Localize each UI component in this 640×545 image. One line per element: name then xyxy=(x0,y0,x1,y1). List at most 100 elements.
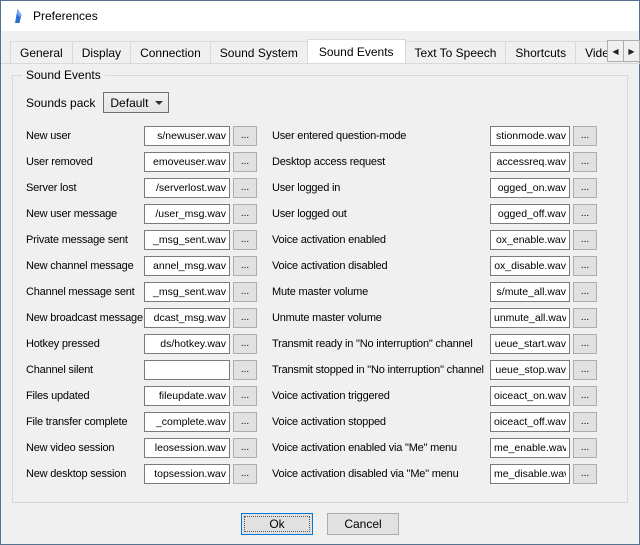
sound-event-row: New user ... xyxy=(26,126,272,146)
sound-file-input[interactable] xyxy=(144,334,230,354)
sound-event-label: Files updated xyxy=(26,390,144,402)
app-icon xyxy=(10,8,26,24)
sound-file-input[interactable] xyxy=(144,386,230,406)
sound-event-row: Mute master volume ... xyxy=(272,282,614,302)
browse-button[interactable]: ... xyxy=(233,256,257,276)
sound-file-input[interactable] xyxy=(144,256,230,276)
browse-button[interactable]: ... xyxy=(573,360,597,380)
tab-display[interactable]: Display xyxy=(72,41,131,63)
browse-button[interactable]: ... xyxy=(573,126,597,146)
browse-button[interactable]: ... xyxy=(233,178,257,198)
sound-file-input[interactable] xyxy=(144,412,230,432)
sound-file-input[interactable] xyxy=(144,178,230,198)
tab-scroll-left-icon[interactable]: ◀ xyxy=(607,40,624,62)
browse-button[interactable]: ... xyxy=(573,438,597,458)
browse-button[interactable]: ... xyxy=(573,464,597,484)
sound-file-input[interactable] xyxy=(144,282,230,302)
browse-button[interactable]: ... xyxy=(573,204,597,224)
tab-general[interactable]: General xyxy=(10,41,73,63)
browse-button[interactable]: ... xyxy=(233,334,257,354)
browse-button[interactable]: ... xyxy=(233,230,257,250)
sound-file-input[interactable] xyxy=(490,438,570,458)
sound-file-input[interactable] xyxy=(144,308,230,328)
cancel-button[interactable]: Cancel xyxy=(327,513,399,535)
sound-event-label: New desktop session xyxy=(26,468,144,480)
sound-file-input[interactable] xyxy=(490,256,570,276)
sounds-pack-dropdown[interactable]: Default xyxy=(103,92,169,113)
sound-event-row: User logged in ... xyxy=(272,178,614,198)
browse-button[interactable]: ... xyxy=(233,412,257,432)
preferences-dialog: { "window": { "title": "Preferences" }, … xyxy=(0,0,640,545)
sound-event-label: Voice activation disabled xyxy=(272,260,490,272)
sound-file-input[interactable] xyxy=(490,230,570,250)
events-column-left: New user ... User removed ... Server los… xyxy=(26,126,272,490)
sound-event-label: User removed xyxy=(26,156,144,168)
window-title: Preferences xyxy=(33,9,98,23)
sound-event-row: Voice activation disabled ... xyxy=(272,256,614,276)
sound-file-input[interactable] xyxy=(144,464,230,484)
browse-button[interactable]: ... xyxy=(233,386,257,406)
browse-button[interactable]: ... xyxy=(573,152,597,172)
browse-button[interactable]: ... xyxy=(573,230,597,250)
tab-label: Connection xyxy=(140,46,201,60)
sound-file-input[interactable] xyxy=(144,152,230,172)
sound-event-label: User logged in xyxy=(272,182,490,194)
browse-button[interactable]: ... xyxy=(233,464,257,484)
browse-button[interactable]: ... xyxy=(233,126,257,146)
sound-file-input[interactable] xyxy=(144,204,230,224)
sound-event-row: File transfer complete ... xyxy=(26,412,272,432)
sound-event-label: Voice activation disabled via "Me" menu xyxy=(272,468,490,480)
ok-button[interactable]: Ok xyxy=(241,513,313,535)
tab-scroll-right-icon[interactable]: ▶ xyxy=(623,40,640,62)
sound-file-input[interactable] xyxy=(490,464,570,484)
sound-event-label: User entered question-mode xyxy=(272,130,490,142)
browse-button[interactable]: ... xyxy=(573,178,597,198)
sound-file-input[interactable] xyxy=(490,412,570,432)
browse-button[interactable]: ... xyxy=(573,412,597,432)
sound-event-label: Voice activation enabled via "Me" menu xyxy=(272,442,490,454)
browse-button[interactable]: ... xyxy=(573,334,597,354)
sound-file-input[interactable] xyxy=(490,152,570,172)
sound-event-label: Mute master volume xyxy=(272,286,490,298)
sound-file-input[interactable] xyxy=(490,360,570,380)
sound-file-input[interactable] xyxy=(490,204,570,224)
sound-event-row: User entered question-mode ... xyxy=(272,126,614,146)
title-bar: Preferences xyxy=(1,1,639,31)
tab-connection[interactable]: Connection xyxy=(130,41,211,63)
sound-file-input[interactable] xyxy=(490,282,570,302)
sound-event-row: Channel silent ... xyxy=(26,360,272,380)
sound-file-input[interactable] xyxy=(144,126,230,146)
sound-event-row: Channel message sent ... xyxy=(26,282,272,302)
sound-file-input[interactable] xyxy=(490,308,570,328)
browse-button[interactable]: ... xyxy=(233,152,257,172)
sound-file-input[interactable] xyxy=(490,178,570,198)
sound-event-label: Desktop access request xyxy=(272,156,490,168)
browse-button[interactable]: ... xyxy=(233,282,257,302)
browse-button[interactable]: ... xyxy=(233,308,257,328)
browse-button[interactable]: ... xyxy=(233,204,257,224)
tab-text-to-speech[interactable]: Text To Speech xyxy=(405,41,507,63)
sound-file-input[interactable] xyxy=(490,126,570,146)
tab-shortcuts[interactable]: Shortcuts xyxy=(505,41,576,63)
browse-button[interactable]: ... xyxy=(573,282,597,302)
sound-event-row: Transmit stopped in "No interruption" ch… xyxy=(272,360,614,380)
tab-scroll-buttons: ◀ ▶ xyxy=(607,40,640,62)
sound-file-input[interactable] xyxy=(490,386,570,406)
sound-event-row: Voice activation disabled via "Me" menu … xyxy=(272,464,614,484)
sound-file-input[interactable] xyxy=(144,360,230,380)
browse-button[interactable]: ... xyxy=(573,256,597,276)
browse-button[interactable]: ... xyxy=(573,386,597,406)
browse-button[interactable]: ... xyxy=(233,360,257,380)
sound-event-label: Transmit stopped in "No interruption" ch… xyxy=(272,364,490,376)
browse-button[interactable]: ... xyxy=(573,308,597,328)
sound-file-input[interactable] xyxy=(490,334,570,354)
sound-event-label: Transmit ready in "No interruption" chan… xyxy=(272,338,490,350)
sound-event-label: Server lost xyxy=(26,182,144,194)
browse-button[interactable]: ... xyxy=(233,438,257,458)
tab-label: Sound Events xyxy=(319,45,394,59)
tab-sound-events[interactable]: Sound Events xyxy=(307,39,406,64)
events-column-right: User entered question-mode ... Desktop a… xyxy=(272,126,614,490)
sound-file-input[interactable] xyxy=(144,438,230,458)
sound-file-input[interactable] xyxy=(144,230,230,250)
tab-sound-system[interactable]: Sound System xyxy=(210,41,308,63)
